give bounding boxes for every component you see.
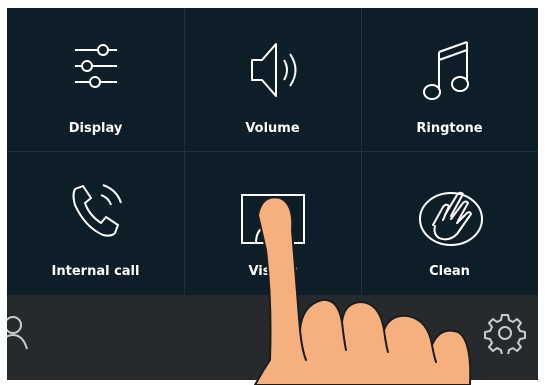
tile-display[interactable]: Display [7, 8, 184, 151]
tile-label: Display [68, 121, 123, 136]
settings-grid: Display Volume Ringtone Internal call Vi… [7, 8, 538, 295]
tile-ringtone[interactable]: Ringtone [361, 8, 538, 151]
speaker-icon [250, 43, 296, 97]
device-screen: Display Volume Ringtone Internal call Vi… [7, 8, 538, 380]
tile-label: Volume [245, 121, 300, 136]
tile-label: Internal call [51, 264, 140, 279]
tile-label: Ringtone [416, 121, 483, 136]
tile-internal-call[interactable]: Internal call [7, 151, 184, 294]
cleaning-hand-icon [418, 191, 483, 246]
tile-volume[interactable]: Volume [184, 8, 361, 151]
bottom-bar [7, 295, 538, 380]
tile-visitor[interactable]: Visitor [184, 151, 361, 294]
gear-icon[interactable] [484, 312, 526, 354]
music-note-icon [422, 41, 469, 100]
phone-ringing-icon [72, 184, 122, 237]
tile-clean[interactable]: Clean [361, 151, 538, 294]
tile-label: Visitor [248, 264, 297, 279]
contacts-icon[interactable] [7, 309, 35, 355]
tile-label: Clean [429, 264, 470, 279]
visitor-photo-icon [240, 194, 305, 244]
sliders-icon [74, 44, 117, 88]
